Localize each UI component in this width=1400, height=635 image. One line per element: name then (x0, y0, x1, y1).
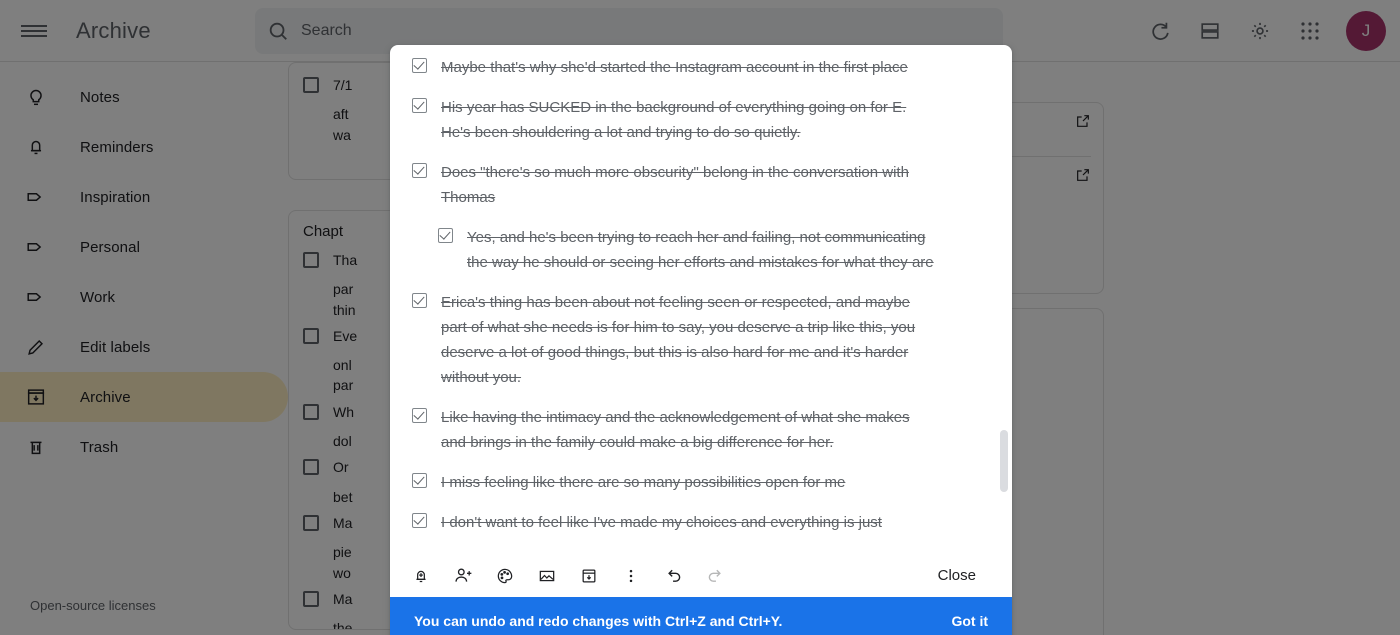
checklist-item[interactable]: Erica's thing has been about not feeling… (412, 290, 992, 390)
note-editor-toolbar: Close (390, 553, 1012, 597)
checklist-item[interactable]: His year has SUCKED in the background of… (412, 95, 992, 145)
checklist-item[interactable]: Maybe that's why she'd started the Insta… (412, 55, 992, 80)
more-vertical-icon[interactable] (614, 559, 648, 593)
checklist-item-label[interactable]: Does "there's so much more obscurity" be… (441, 160, 936, 210)
image-icon[interactable] (530, 559, 564, 593)
undo-icon[interactable] (656, 559, 690, 593)
checkbox-checked[interactable] (412, 513, 427, 528)
checklist-item-label[interactable]: His year has SUCKED in the background of… (441, 95, 936, 145)
checklist-item[interactable]: Like having the intimacy and the acknowl… (412, 405, 992, 455)
checklist-item-label[interactable]: I miss feeling like there are so many po… (441, 470, 845, 495)
checklist-item-label[interactable]: Maybe that's why she'd started the Insta… (441, 55, 908, 80)
checklist-container: Maybe that's why she'd started the Insta… (390, 45, 1012, 553)
checkbox-checked[interactable] (412, 98, 427, 113)
checklist-item-nested[interactable]: Yes, and he's been trying to reach her a… (412, 225, 992, 275)
checklist-item-label[interactable]: Like having the intimacy and the acknowl… (441, 405, 936, 455)
close-button[interactable]: Close (916, 559, 998, 592)
palette-icon[interactable] (488, 559, 522, 593)
checkbox-checked[interactable] (412, 473, 427, 488)
undo-redo-snackbar: You can undo and redo changes with Ctrl+… (390, 597, 1012, 635)
checkbox-checked[interactable] (412, 163, 427, 178)
got-it-button[interactable]: Got it (951, 613, 988, 629)
keep-app-window: Archive (0, 0, 1400, 635)
redo-icon (698, 559, 732, 593)
checklist-item-label[interactable]: I don't want to feel like I've made my c… (441, 510, 882, 535)
snackbar-message: You can undo and redo changes with Ctrl+… (414, 613, 783, 629)
archive-icon[interactable] (572, 559, 606, 593)
modal-scrollbar[interactable] (1000, 430, 1008, 492)
checklist-item[interactable]: I don't want to feel like I've made my c… (412, 510, 992, 535)
checklist-item-label[interactable]: Yes, and he's been trying to reach her a… (467, 225, 937, 275)
checklist-item-label[interactable]: Erica's thing has been about not feeling… (441, 290, 936, 390)
checkbox-checked[interactable] (412, 58, 427, 73)
note-editor-dialog: Maybe that's why she'd started the Insta… (390, 45, 1012, 635)
checklist-item[interactable]: I miss feeling like there are so many po… (412, 470, 992, 495)
checkbox-checked[interactable] (412, 408, 427, 423)
checkbox-checked[interactable] (412, 293, 427, 308)
reminder-button[interactable] (404, 559, 438, 593)
checkbox-checked[interactable] (438, 228, 453, 243)
collaborator-button[interactable] (446, 559, 480, 593)
checklist-item[interactable]: Does "there's so much more obscurity" be… (412, 160, 992, 210)
